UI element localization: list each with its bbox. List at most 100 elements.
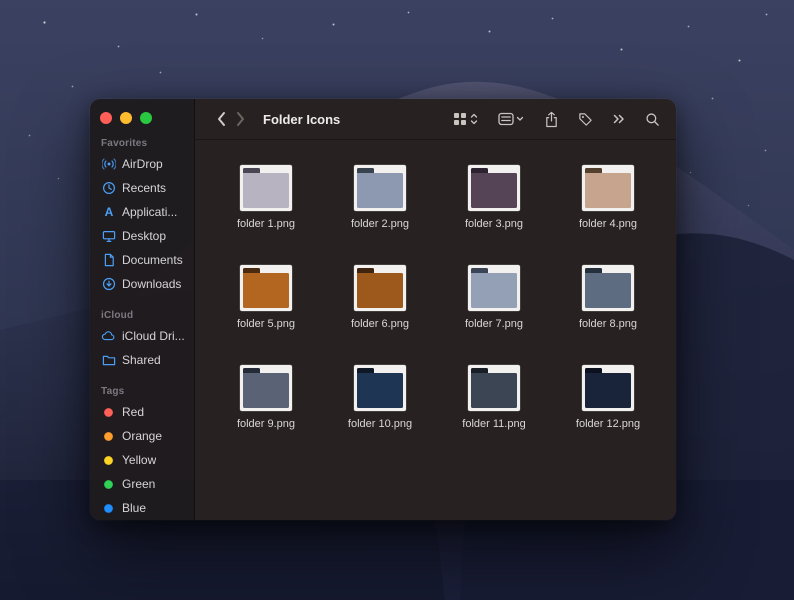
tag-dot	[101, 405, 116, 420]
sidebar-item-desktop[interactable]: Desktop	[90, 224, 194, 248]
file-name: folder 1.png	[236, 218, 296, 230]
desktop: Favorites AirDrop Recents A Applicati... Desk…	[0, 0, 794, 600]
folder-thumbnail	[354, 165, 406, 211]
file-name: folder 4.png	[578, 218, 638, 230]
file-item[interactable]: folder 5.png	[209, 265, 323, 335]
close-button[interactable]	[100, 112, 112, 124]
folder-body	[471, 273, 517, 308]
forward-button[interactable]	[231, 106, 251, 132]
traffic-lights	[90, 112, 194, 124]
sidebar-item-label: Yellow	[122, 453, 157, 467]
tag-icon[interactable]	[578, 112, 593, 127]
file-item[interactable]: folder 12.png	[551, 365, 665, 435]
folder-thumbnail	[468, 365, 520, 411]
sidebar-item-label: Documents	[122, 253, 183, 267]
folder-body	[585, 273, 631, 308]
sidebar-item-label: AirDrop	[122, 157, 163, 171]
sidebar-item-label: Blue	[122, 501, 147, 515]
sidebar-item-label: Desktop	[122, 229, 167, 243]
folder-body	[357, 173, 403, 208]
sidebar-section-title: Favorites	[101, 138, 148, 149]
file-name: folder 12.png	[575, 418, 641, 430]
sidebar-item-applicati[interactable]: A Applicati...	[90, 200, 194, 224]
share-icon[interactable]	[544, 111, 559, 128]
folder-thumbnail	[582, 265, 634, 311]
applications-icon: A	[101, 205, 116, 220]
file-name: folder 7.png	[464, 318, 524, 330]
file-grid: folder 1.png folder 2.png folder 3.png fold…	[195, 140, 676, 520]
file-name: folder 10.png	[347, 418, 413, 430]
tag-dot	[101, 501, 116, 516]
file-name: folder 8.png	[578, 318, 638, 330]
folder-body	[585, 173, 631, 208]
sidebar-item-downloads[interactable]: Downloads	[90, 272, 194, 296]
sidebar-section-title: Tags	[101, 386, 125, 397]
shared-folder-icon	[101, 353, 116, 368]
sidebar-section-title: iCloud	[101, 310, 134, 321]
folder-body	[471, 173, 517, 208]
file-item[interactable]: folder 6.png	[323, 265, 437, 335]
sidebar-item-documents[interactable]: Documents	[90, 248, 194, 272]
folder-body	[471, 373, 517, 408]
folder-thumbnail	[468, 265, 520, 311]
toolbar-icons	[453, 111, 660, 128]
file-item[interactable]: folder 2.png	[323, 165, 437, 235]
airdrop-icon	[101, 157, 116, 172]
folder-body	[243, 173, 289, 208]
back-button[interactable]	[211, 106, 231, 132]
folder-body	[585, 373, 631, 408]
sidebar-item-green[interactable]: Green	[90, 472, 194, 496]
sidebar-item-label: Downloads	[122, 277, 182, 291]
group-icon[interactable]	[498, 111, 525, 127]
sidebar-item-label: Red	[122, 405, 145, 419]
file-item[interactable]: folder 7.png	[437, 265, 551, 335]
tag-dot	[101, 453, 116, 468]
more-icon[interactable]	[612, 112, 626, 126]
sidebar-item-recents[interactable]: Recents	[90, 176, 194, 200]
search-icon[interactable]	[645, 112, 660, 127]
folder-body	[357, 273, 403, 308]
sidebar-item-shared[interactable]: Shared	[90, 348, 194, 372]
svg-text:A: A	[104, 205, 113, 219]
sidebar-item-label: Applicati...	[122, 205, 178, 219]
file-item[interactable]: folder 8.png	[551, 265, 665, 335]
file-item[interactable]: folder 4.png	[551, 165, 665, 235]
sidebar-item-blue[interactable]: Blue	[90, 496, 194, 520]
sidebar-item-label: Shared	[122, 353, 161, 367]
desktop-icon	[101, 229, 116, 244]
folder-body	[243, 273, 289, 308]
sidebar-item-airdrop[interactable]: AirDrop	[90, 152, 194, 176]
sidebar-item-icloud-dri[interactable]: iCloud Dri...	[90, 324, 194, 348]
sidebar-item-yellow[interactable]: Yellow	[90, 448, 194, 472]
stars	[0, 0, 1, 1]
zoom-button[interactable]	[140, 112, 152, 124]
sidebar-item-label: Orange	[122, 429, 163, 443]
sidebar-item-label: Recents	[122, 181, 167, 195]
folder-body	[243, 373, 289, 408]
folder-thumbnail	[240, 165, 292, 211]
folder-thumbnail	[240, 265, 292, 311]
file-name: folder 9.png	[236, 418, 296, 430]
view-picker-icon[interactable]	[453, 111, 479, 127]
minimize-button[interactable]	[120, 112, 132, 124]
file-item[interactable]: folder 9.png	[209, 365, 323, 435]
icloud-drive-icon	[101, 329, 116, 344]
sidebar-sections: Favorites AirDrop Recents A Applicati... Desk…	[90, 138, 194, 520]
file-name: folder 11.png	[462, 418, 526, 430]
file-item[interactable]: folder 3.png	[437, 165, 551, 235]
folder-thumbnail	[582, 165, 634, 211]
sidebar-item-red[interactable]: Red	[90, 400, 194, 424]
folder-thumbnail	[582, 365, 634, 411]
recents-icon	[101, 181, 116, 196]
file-item[interactable]: folder 1.png	[209, 165, 323, 235]
window-title: Folder Icons	[263, 111, 341, 127]
documents-icon	[101, 253, 116, 268]
file-name: folder 2.png	[350, 218, 410, 230]
folder-thumbnail	[354, 365, 406, 411]
toolbar: Folder Icons	[195, 99, 676, 140]
sidebar-item-orange[interactable]: Orange	[90, 424, 194, 448]
folder-body	[357, 373, 403, 408]
file-item[interactable]: folder 10.png	[323, 365, 437, 435]
sidebar-item-label: iCloud Dri...	[122, 329, 185, 343]
file-item[interactable]: folder 11.png	[437, 365, 551, 435]
